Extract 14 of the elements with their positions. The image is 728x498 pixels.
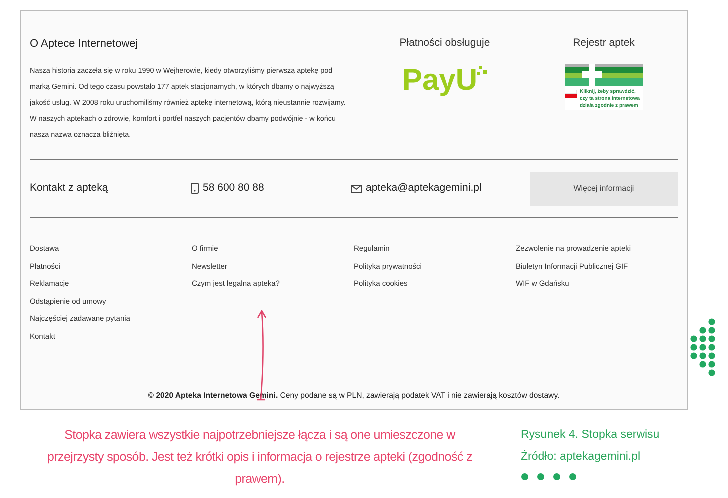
dots-drawing — [521, 473, 579, 481]
email-link[interactable]: apteka@aptekagemini.pl — [366, 180, 482, 196]
about-title: O Aptece Internetowej — [30, 37, 140, 52]
mail-icon — [351, 184, 362, 192]
payu-logo: PayU — [402, 66, 488, 96]
phone-number[interactable]: 58 600 80 88 — [203, 180, 264, 196]
contact-title: Kontakt z apteką — [30, 180, 110, 196]
more-info-button[interactable]: Więcej informacji — [530, 172, 678, 206]
figure-caption: Źródło: aptekagemini.pl — [521, 449, 642, 465]
annotation-text: Stopka zawiera wszystkie najpotrzebniejsze łącza i są one umieszczone w przejrzysty sposób. Jest też krótki opis i informacja o rejestrze apteki (zgodność z prawem). — [46, 427, 474, 488]
phone-icon — [191, 183, 200, 194]
figure-caption: Rysunek 4. Stopka serwisu — [521, 428, 660, 443]
register-title: Rejestr aptek — [573, 36, 635, 51]
payments-title: Płatności obsługuje — [400, 36, 490, 51]
